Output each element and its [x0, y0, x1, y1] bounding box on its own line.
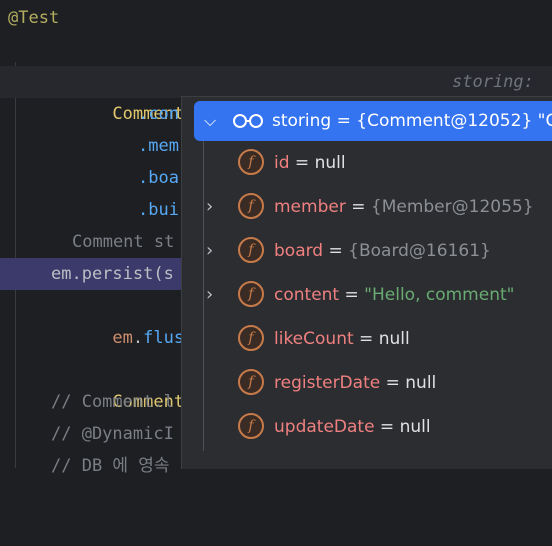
field-equals: =	[289, 153, 315, 173]
code-text: .mem	[138, 136, 179, 156]
chevron-down-icon[interactable]: ⌵	[204, 101, 216, 141]
field-icon: f	[238, 193, 264, 219]
annotation: @Test	[8, 8, 60, 28]
debugger-value-popup[interactable]: ⌵ storing = {Comment@12052} "Com fid = n…	[181, 96, 552, 469]
field-icon: f	[238, 325, 264, 351]
field-row-content[interactable]: › f content = "Hello, comment"	[182, 273, 552, 317]
field-equals: =	[374, 417, 400, 437]
field-icon: f	[238, 149, 264, 175]
field-value: null	[314, 153, 346, 173]
watch-glasses-icon	[233, 114, 263, 128]
field-value: {Member@12055}	[370, 197, 534, 217]
object-name: em	[112, 328, 133, 348]
field-name: content	[274, 285, 340, 305]
comment-text: // @DynamicI	[51, 424, 174, 444]
field-name: updateDate	[274, 417, 375, 437]
field-text: updateDate = null	[274, 405, 431, 449]
popup-header-label: storing = {Comment@12052} "Com	[272, 111, 552, 131]
field-icon: f	[238, 281, 264, 307]
code-text: .boa	[138, 168, 179, 188]
code-text: .con	[138, 104, 179, 124]
chevron-right-icon[interactable]: ›	[206, 229, 226, 273]
field-name: id	[274, 153, 290, 173]
field-text: id = null	[274, 141, 346, 185]
field-row-updatedate[interactable]: f updateDate = null	[182, 405, 552, 449]
field-text: registerDate = null	[274, 361, 436, 405]
comment-text: // DB 에 영속	[51, 456, 170, 476]
field-text: content = "Hello, comment"	[274, 273, 514, 317]
field-equals: =	[380, 373, 406, 393]
field-value: {Board@16161}	[348, 241, 491, 261]
field-row-registerdate[interactable]: f registerDate = null	[182, 361, 552, 405]
field-icon: f	[238, 237, 264, 263]
code-text: Comment st	[72, 232, 175, 252]
inline-value-hint: storing:	[452, 72, 545, 92]
field-equals: =	[345, 197, 371, 217]
field-equals: =	[353, 329, 379, 349]
field-value: "Hello, comment"	[364, 285, 515, 305]
field-row-id[interactable]: f id = null	[182, 141, 552, 185]
field-name: member	[274, 197, 346, 217]
code-line[interactable]: void saveComment() {	[0, 34, 552, 92]
field-name: likeCount	[274, 329, 354, 349]
chevron-right-icon[interactable]: ›	[206, 273, 226, 317]
code-text: .bui	[138, 200, 179, 220]
field-value: null	[399, 417, 431, 437]
field-name: registerDate	[274, 373, 381, 393]
field-equals: =	[323, 241, 349, 261]
field-row-likecount[interactable]: f likeCount = null	[182, 317, 552, 361]
field-row-board[interactable]: › f board = {Board@16161}	[182, 229, 552, 273]
field-row-member[interactable]: › f member = {Member@12055}	[182, 185, 552, 229]
code-text: em.persist(s	[51, 264, 174, 284]
field-text: likeCount = null	[274, 317, 410, 361]
comment-text: // Comment.l	[51, 392, 174, 412]
field-value: null	[405, 373, 437, 393]
field-value: null	[378, 329, 410, 349]
popup-header-storing[interactable]: ⌵ storing = {Comment@12052} "Com	[194, 101, 552, 141]
code-line-current[interactable]: Comment storing = Comment.builder() stor…	[0, 66, 552, 124]
field-equals: =	[339, 285, 365, 305]
chevron-right-icon[interactable]: ›	[206, 185, 226, 229]
field-icon: f	[238, 369, 264, 395]
code-text: .	[132, 328, 144, 348]
code-line[interactable]: @Test	[0, 2, 552, 34]
field-text: board = {Board@16161}	[274, 229, 491, 273]
field-text: member = {Member@12055}	[274, 185, 534, 229]
field-icon: f	[238, 413, 264, 439]
field-name: board	[274, 241, 324, 261]
